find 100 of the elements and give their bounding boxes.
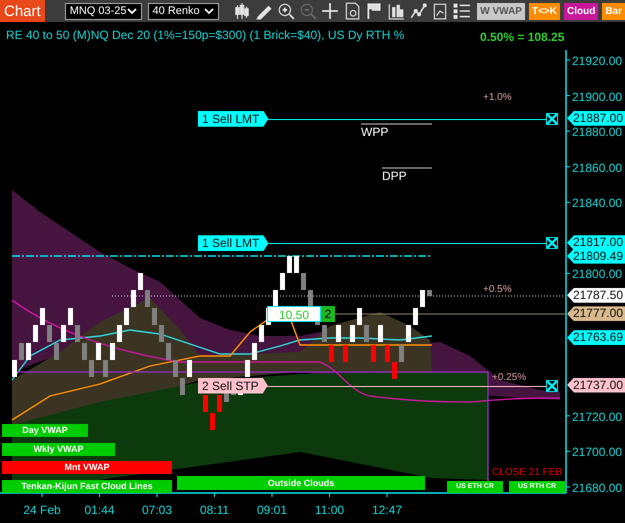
price-tag: 21887.00 <box>567 110 625 126</box>
renko-brick <box>117 325 122 342</box>
dropdown[interactable]: 40 Renko <box>148 2 220 20</box>
time-tick: 07:03 <box>140 503 174 517</box>
renko-brick <box>252 343 257 360</box>
renko-brick <box>124 308 129 325</box>
order-label[interactable]: 1 Sell LMT <box>198 235 268 252</box>
price-tag: 21777.00 <box>567 306 625 322</box>
time-tick: 08:11 <box>198 503 230 517</box>
renko-brick <box>131 290 136 307</box>
session-close-label: CLOSE 21 FEB <box>492 467 562 478</box>
renko-brick <box>364 325 369 342</box>
percent-level-label: +0.5% <box>483 284 512 295</box>
bar-chart-icon[interactable] <box>387 2 406 20</box>
renko-brick <box>308 290 313 307</box>
renko-brick <box>350 325 355 342</box>
renko-brick <box>301 273 306 290</box>
position-pnl: 10.50 <box>267 306 321 322</box>
time-tick: 12:47 <box>370 503 404 517</box>
price-tag: 21809.49 <box>567 248 625 264</box>
renko-brick <box>96 343 101 360</box>
renko-brick <box>245 360 250 377</box>
renko-brick <box>68 308 73 325</box>
zoom-in-icon[interactable] <box>277 2 296 20</box>
renko-brick <box>26 343 31 360</box>
renko-brick <box>203 395 208 412</box>
indicator-legend: Tenkan-Kijun Fast Cloud Lines <box>2 480 172 493</box>
renko-brick <box>33 325 38 342</box>
document-search-icon[interactable] <box>343 2 362 20</box>
renko-brick <box>280 273 285 290</box>
indicator-legend: Day VWAP <box>2 424 88 437</box>
time-tick: 09:01 <box>256 503 288 517</box>
renko-brick <box>217 395 222 412</box>
renko-brick <box>427 290 432 296</box>
price-tick: 21700.00 <box>572 445 622 460</box>
toggle-button[interactable]: W VWAP <box>477 2 525 20</box>
renko-brick <box>173 360 178 377</box>
price-tag: 21817.00 <box>567 235 625 250</box>
renko-brick <box>322 325 327 342</box>
order-label[interactable]: 1 Sell LMT <box>198 110 268 127</box>
price-tick: 21900.00 <box>572 90 622 104</box>
renko-brick <box>40 308 45 325</box>
price-tick: 21880.00 <box>572 125 622 140</box>
price-tag: 21787.50 <box>567 288 625 303</box>
renko-brick <box>82 343 87 360</box>
renko-brick <box>385 345 390 362</box>
renko-brick <box>152 308 157 325</box>
session-bar: Outside Clouds <box>177 476 425 490</box>
renko-brick <box>287 256 292 273</box>
close-icon[interactable] <box>546 237 558 250</box>
renko-brick <box>378 325 383 342</box>
percent-level-label: +0.25% <box>492 372 526 383</box>
price-tick: 21680.00 <box>572 480 622 495</box>
renko-brick <box>103 360 108 377</box>
renko-brick <box>61 325 66 342</box>
renko-brick <box>420 290 425 307</box>
chart-title: RE 40 to 50 (M)NQ Dec 20 (1%=150p=$300) (1 Brick=$40), US Dy RTH % <box>6 28 404 42</box>
position-quantity: 2 <box>321 306 335 322</box>
pivot-label: WPP <box>361 125 388 139</box>
renko-brick <box>406 325 411 342</box>
close-icon[interactable] <box>546 112 558 125</box>
price-tag: 21763.69 <box>567 330 625 346</box>
renko-brick <box>145 290 150 307</box>
renko-brick <box>371 345 376 362</box>
renko-brick <box>19 343 24 360</box>
dropdown[interactable]: MNQ 03-25 <box>64 2 142 20</box>
crosshair-icon[interactable] <box>321 2 340 20</box>
renko-brick <box>273 290 278 307</box>
price-tick: 21720.00 <box>572 410 622 424</box>
renko-brick <box>343 345 348 362</box>
percent-level-label: +1.0% <box>483 92 512 103</box>
time-tick: 24 Feb <box>22 503 62 517</box>
indicator-legend: Wkly VWAP <box>2 443 115 456</box>
pivot-label: DPP <box>382 169 407 183</box>
candlestick-icon[interactable] <box>233 2 252 20</box>
renko-brick <box>138 273 143 290</box>
renko-brick <box>159 325 164 342</box>
chart-menu-button[interactable]: Chart <box>0 0 45 22</box>
renko-brick <box>166 343 171 360</box>
renko-brick <box>294 256 299 273</box>
list-icon[interactable] <box>453 2 472 20</box>
close-icon[interactable] <box>546 380 558 392</box>
renko-brick <box>392 362 397 379</box>
indicator-legend: Mnt VWAP <box>2 461 172 474</box>
caret-icon <box>204 8 214 14</box>
renko-brick <box>54 343 59 360</box>
renko-brick <box>110 343 115 360</box>
flag-icon[interactable] <box>365 2 384 20</box>
percent-readout: 0.50% = 108.25 <box>480 30 564 44</box>
order-label[interactable]: 2 Sell STP <box>198 378 268 394</box>
caret-icon <box>126 8 137 14</box>
toggle-button[interactable]: Cloud <box>564 2 598 20</box>
renko-brick <box>75 325 80 342</box>
line-chart-icon[interactable] <box>409 2 428 20</box>
renko-brick <box>336 325 341 342</box>
renko-brick <box>329 345 334 362</box>
price-tick: 21860.00 <box>572 160 622 175</box>
price-tick: 21840.00 <box>572 196 622 210</box>
time-tick: 01:44 <box>83 503 116 517</box>
renko-brick <box>357 308 362 325</box>
